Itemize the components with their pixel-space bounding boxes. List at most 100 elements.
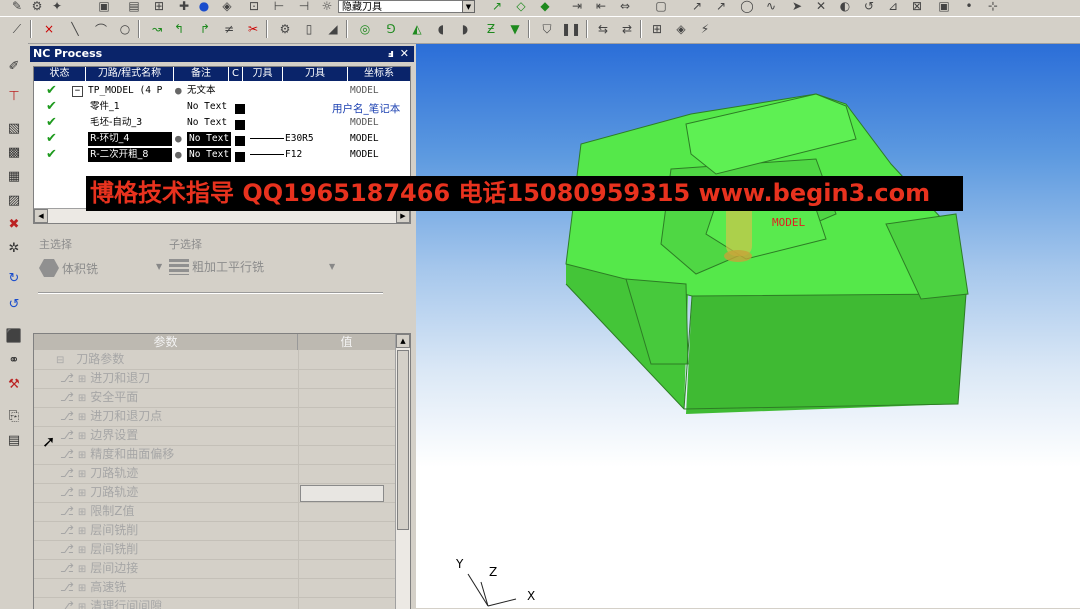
tool-icon[interactable]: ▯ bbox=[300, 20, 318, 38]
tool-icon[interactable]: ▧ bbox=[5, 119, 23, 137]
tool-icon[interactable]: ▣ bbox=[95, 0, 113, 15]
tool-icon[interactable]: ▢ bbox=[652, 0, 670, 15]
tool-icon[interactable]: ◇ bbox=[512, 0, 530, 15]
tool-icon[interactable]: ⎘ bbox=[5, 407, 23, 425]
param-row[interactable]: ⎇ ⊞ 安全平面 bbox=[34, 388, 396, 408]
tool-icon[interactable]: ⊡ bbox=[245, 0, 263, 15]
param-value-box[interactable] bbox=[300, 485, 384, 502]
tool-icon[interactable]: ⊿ bbox=[884, 0, 902, 15]
tool-icon[interactable]: ⇥ bbox=[568, 0, 586, 15]
tool-icon[interactable]: ↺ bbox=[5, 295, 23, 313]
close-icon[interactable]: ✕ bbox=[400, 46, 409, 62]
curve-icon[interactable]: ↱ bbox=[196, 20, 214, 38]
chevron-down-icon[interactable]: ▼ bbox=[156, 262, 162, 271]
line-icon[interactable]: ╲ bbox=[66, 20, 84, 38]
tool-icon[interactable]: ⊤ bbox=[5, 87, 23, 105]
chevron-down-icon[interactable]: ▼ bbox=[329, 262, 335, 271]
param-row[interactable]: ⎇ ⊞ 清理行间间隙 bbox=[34, 597, 396, 609]
expand-icon[interactable]: ⊞ bbox=[78, 564, 86, 575]
tool-icon[interactable]: ↗ bbox=[488, 0, 506, 15]
tool-icon[interactable]: ✲ bbox=[5, 239, 23, 257]
expand-icon[interactable]: ⊞ bbox=[78, 545, 86, 556]
expand-icon[interactable]: ⊞ bbox=[78, 450, 86, 461]
scroll-thumb[interactable] bbox=[397, 350, 409, 530]
param-row[interactable]: ⎇ ⊞ 高速铣 bbox=[34, 578, 396, 598]
tree-row[interactable]: ✔ R-二次开粗_8 ● No Text F12 MODEL bbox=[34, 147, 410, 163]
surface-icon[interactable]: ◗ bbox=[456, 20, 474, 38]
tree-row[interactable]: ✔ 零件_1 No Text 用户名_笔记本 bbox=[34, 99, 410, 116]
tool-icon[interactable]: ⇤ bbox=[592, 0, 610, 15]
expander-icon[interactable]: − bbox=[72, 86, 83, 97]
tool-icon[interactable]: ⊞ bbox=[150, 0, 168, 15]
param-row[interactable]: ⎇ ⊞ 限制Z值 bbox=[34, 502, 396, 522]
tool-icon[interactable]: ▨ bbox=[5, 191, 23, 209]
tool-icon[interactable]: ◈ bbox=[672, 20, 690, 38]
param-row[interactable]: ⎇ ⊞ 刀路轨迹 bbox=[34, 464, 396, 484]
tool-icon[interactable]: ⊠ bbox=[908, 0, 926, 15]
tool-icon[interactable]: ✚ bbox=[175, 0, 193, 15]
tree-row[interactable]: ✔ R-环切_4 ● No Text E30R5 MODEL bbox=[34, 131, 410, 147]
graphics-viewport[interactable]: MODEL Y Z X bbox=[416, 44, 1080, 608]
hidden-tool-combo[interactable]: 隐藏刀具 bbox=[338, 0, 470, 13]
eraser-icon[interactable]: ✐ bbox=[5, 57, 23, 75]
surface-icon[interactable]: Ƶ bbox=[482, 20, 500, 38]
col-name[interactable]: 刀路/程式名称 bbox=[86, 67, 174, 81]
surface-icon[interactable]: ⅁ bbox=[382, 20, 400, 38]
surface-icon[interactable]: ◭ bbox=[408, 20, 426, 38]
param-row[interactable]: ⎇ ⊞ 层间边接 bbox=[34, 559, 396, 579]
document-icon[interactable]: ▤ bbox=[5, 431, 23, 449]
tool-icon[interactable]: ▣ bbox=[935, 0, 953, 15]
curve-icon[interactable]: ↰ bbox=[170, 20, 188, 38]
tool-icon[interactable]: ↗ bbox=[712, 0, 730, 15]
tool-icon[interactable]: ⊹ bbox=[984, 0, 1002, 15]
info-icon[interactable]: ● bbox=[195, 0, 213, 15]
tool-icon[interactable]: ⇔ bbox=[616, 0, 634, 15]
col-status[interactable]: 状态 bbox=[34, 67, 86, 81]
expand-icon[interactable]: ⊞ bbox=[78, 507, 86, 518]
collapse-icon[interactable]: ⊟ bbox=[56, 355, 64, 366]
tool-icon[interactable]: ✦ bbox=[48, 0, 66, 15]
tool-icon[interactable]: ▤ bbox=[125, 0, 143, 15]
shield-icon[interactable]: ⛉ bbox=[538, 20, 556, 38]
curve-icon[interactable]: ↝ bbox=[148, 20, 166, 38]
tool-icon[interactable]: ⇄ bbox=[618, 20, 636, 38]
col-tool1[interactable]: 刀具 bbox=[243, 67, 283, 81]
tool-icon[interactable]: ✕ bbox=[812, 0, 830, 15]
tree-row[interactable]: ✔ 毛坯-自动_3 No Text MODEL bbox=[34, 115, 410, 131]
tool-icon[interactable]: ◈ bbox=[218, 0, 236, 15]
surface-icon[interactable]: ▼ bbox=[506, 20, 524, 38]
expand-icon[interactable]: ⊞ bbox=[78, 488, 86, 499]
pin-icon[interactable]: ⅎ bbox=[388, 46, 394, 62]
tool-icon[interactable]: • bbox=[960, 0, 978, 15]
point-icon[interactable]: × bbox=[40, 20, 58, 38]
arc-icon[interactable]: ⌒ bbox=[92, 20, 110, 38]
tool-icon[interactable]: ∿ bbox=[762, 0, 780, 15]
circle-icon[interactable]: ○ bbox=[116, 20, 134, 38]
tool-icon[interactable]: ⚒ bbox=[5, 375, 23, 393]
param-root-row[interactable]: ⊟ 刀路参数 bbox=[34, 350, 396, 370]
tool-icon[interactable]: ☼ bbox=[318, 0, 336, 15]
tool-icon[interactable]: ✖ bbox=[5, 215, 23, 233]
tool-icon[interactable]: ↺ bbox=[860, 0, 878, 15]
col-coord[interactable]: 坐标系 bbox=[348, 67, 410, 81]
expand-icon[interactable]: ⊞ bbox=[78, 431, 86, 442]
tool-icon[interactable]: ⬛ bbox=[5, 327, 23, 345]
param-row[interactable]: ⎇ ⊞ 刀路轨迹 bbox=[34, 483, 396, 503]
col-c[interactable]: C bbox=[229, 67, 243, 81]
scroll-right-icon[interactable]: ▶ bbox=[396, 209, 410, 223]
param-row[interactable]: ⎇ ⊞ 进刀和退刀点 bbox=[34, 407, 396, 427]
expand-icon[interactable]: ⊞ bbox=[78, 374, 86, 385]
break-icon[interactable]: ✂ bbox=[244, 20, 262, 38]
tool-icon[interactable]: ❚❚ bbox=[561, 20, 581, 38]
trim-icon[interactable]: ≠ bbox=[220, 20, 238, 38]
expand-icon[interactable]: ⊞ bbox=[78, 393, 86, 404]
param-vscrollbar[interactable]: ▲ bbox=[395, 334, 410, 609]
param-row[interactable]: ⎇ ⊞ 边界设置 bbox=[34, 426, 396, 446]
scroll-up-icon[interactable]: ▲ bbox=[396, 334, 410, 348]
tool-icon[interactable]: ▦ bbox=[5, 167, 23, 185]
tool-icon[interactable]: ⚙ bbox=[28, 0, 46, 15]
grid-icon[interactable]: ⊞ bbox=[648, 20, 666, 38]
tool-icon[interactable]: ⊣ bbox=[295, 0, 313, 15]
expand-icon[interactable]: ⊞ bbox=[78, 526, 86, 537]
tool-icon[interactable]: ↗ bbox=[688, 0, 706, 15]
